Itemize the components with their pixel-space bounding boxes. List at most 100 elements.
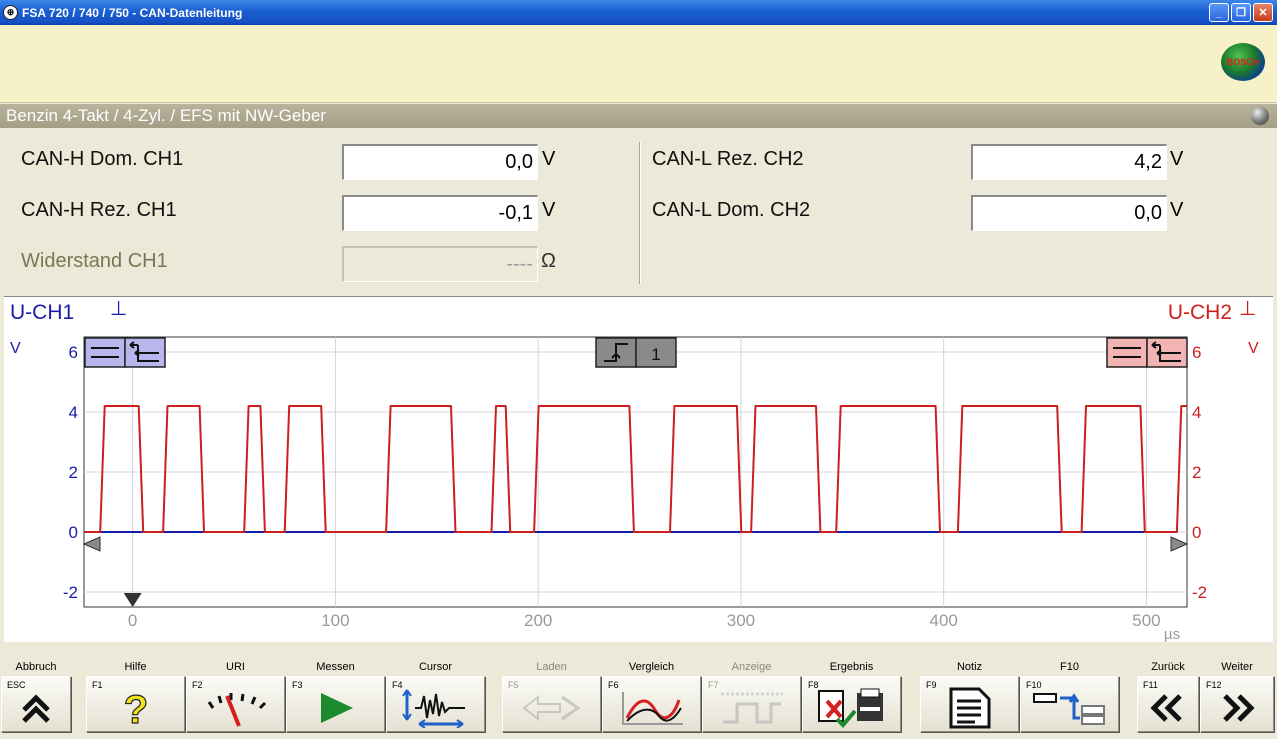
meas-unit-canl-dom: V	[1170, 199, 1184, 221]
fkey-zur-ck: Zurück F11	[1137, 656, 1199, 739]
meas-value-canl-dom: 0,0	[971, 195, 1167, 231]
ch2-scale-button[interactable]	[1106, 337, 1148, 368]
window-title: FSA 720 / 740 / 750 - CAN-Datenleitung	[22, 5, 243, 20]
window-titlebar[interactable]: ⊕ FSA 720 / 740 / 750 - CAN-Datenleitung…	[0, 0, 1277, 25]
measurement-panel: CAN-H Dom. CH1 0,0 V CAN-H Rez. CH1 -0,1…	[4, 130, 1273, 290]
oscilloscope-svg[interactable]: U-CH1 ⊥ V U-CH2 ⊥ V 6 4 2 0 -2 6 4 2 0 -2 0 100 20…	[4, 297, 1273, 643]
fkey-label: Abbruch	[15, 661, 57, 673]
logo-text: BOSCH	[1226, 57, 1260, 67]
double-chevron-right-icon	[1200, 687, 1274, 729]
maximize-button[interactable]: ❐	[1231, 3, 1251, 22]
x-ticks: 0 100 200 300 400 500	[128, 611, 1161, 630]
double-chevron-left-icon	[1137, 687, 1199, 729]
double-chevron-up-icon	[1, 687, 71, 729]
x-tick-label: 0	[128, 611, 137, 630]
note-document-icon	[920, 687, 1019, 729]
fkey-label: Cursor	[418, 661, 452, 673]
fkey-laden: Laden F5	[502, 656, 601, 739]
left-tick-label: -2	[63, 583, 78, 602]
left-ticks: 6 4 2 0 -2	[63, 343, 78, 602]
right-tick-label: 2	[1192, 463, 1201, 482]
right-axis-unit: V	[1248, 340, 1259, 357]
fkey-label: Weiter	[1221, 661, 1253, 673]
cursor-waveform-icon	[386, 687, 485, 729]
fkey-weiter: Weiter F12	[1200, 656, 1274, 739]
display-signal-icon	[702, 687, 801, 729]
right-ticks: 6 4 2 0 -2	[1192, 343, 1207, 602]
svg-text:?: ?	[123, 689, 147, 727]
fkey-label: Anzeige	[731, 661, 772, 673]
load-arrow-icon	[502, 687, 601, 729]
ch1-offset-button[interactable]	[124, 337, 166, 368]
meas-value-widerstand: ----	[342, 246, 538, 282]
bosch-globe-logo: BOSCH	[1221, 43, 1265, 81]
fkey-messen: Messen F3	[286, 656, 385, 739]
meas-label-widerstand: Widerstand CH1	[21, 250, 168, 272]
result-print-icon	[802, 687, 901, 729]
ch1-scale-button[interactable]	[84, 337, 126, 368]
fkey-cursor: Cursor F4	[386, 656, 485, 739]
close-button[interactable]: ✕	[1253, 3, 1273, 22]
fkey-label: F10	[1060, 661, 1079, 673]
ch2-offset-button[interactable]	[1146, 337, 1188, 368]
meas-label-canh-rez: CAN-H Rez. CH1	[21, 199, 177, 221]
fkey-vergleich: Vergleich F6	[602, 656, 701, 739]
right-tick-label: 0	[1192, 523, 1201, 542]
fkey-uri: URI F2	[186, 656, 285, 739]
meas-unit-canh-dom: V	[542, 148, 556, 170]
trigger-channel-label: 1	[651, 345, 660, 364]
meas-unit-widerstand: Ω	[541, 250, 556, 272]
left-ground-symbol: ⊥	[110, 297, 127, 320]
app-header: BOSCH	[0, 25, 1277, 103]
x-tick-label: 400	[930, 611, 958, 630]
vehicle-info-bar: Benzin 4-Takt / 4-Zyl. / EFS mit NW-Gebe…	[0, 104, 1277, 128]
meas-unit-canh-rez: V	[542, 199, 556, 221]
fkey-hilfe: Hilfe F1?	[86, 656, 185, 739]
left-tick-label: 0	[69, 523, 78, 542]
fkey-label: Hilfe	[124, 661, 147, 673]
fkey-ergebnis: Ergebnis F8	[802, 656, 901, 739]
x-tick-label: 300	[727, 611, 755, 630]
meas-value-canh-rez: -0,1	[342, 195, 538, 231]
right-tick-label: 6	[1192, 343, 1201, 362]
fkey-abbruch: Abbruch ESC	[1, 656, 71, 739]
x-tick-label: 500	[1132, 611, 1160, 630]
fkey-notiz: Notiz F9	[920, 656, 1019, 739]
x-tick-label: 200	[524, 611, 552, 630]
left-tick-label: 4	[69, 403, 78, 422]
left-axis-unit: V	[10, 340, 21, 357]
question-mark-icon: ?	[86, 687, 185, 729]
meas-label-canl-rez: CAN-L Rez. CH2	[652, 148, 804, 170]
vehicle-info-text: Benzin 4-Takt / 4-Zyl. / EFS mit NW-Gebe…	[6, 106, 326, 125]
meas-unit-canl-rez: V	[1170, 148, 1184, 170]
right-ground-symbol: ⊥	[1239, 297, 1256, 320]
bosch-app-icon[interactable]: ⊕	[3, 5, 18, 20]
fkey-label: Zurück	[1151, 661, 1185, 673]
fkey-label: URI	[226, 661, 245, 673]
fkey-label: Ergebnis	[829, 661, 874, 673]
meas-label-canl-dom: CAN-L Dom. CH2	[652, 199, 811, 221]
fkey-label: Laden	[536, 661, 567, 673]
fkey-label: Notiz	[956, 661, 983, 673]
x-axis-unit: µs	[1164, 626, 1180, 643]
fkey-label: Messen	[316, 661, 355, 673]
right-tick-label: -2	[1192, 583, 1207, 602]
fkey-f10: F10 F10	[1020, 656, 1119, 739]
play-icon	[286, 687, 385, 729]
measurement-divider	[639, 142, 641, 284]
meas-value-canh-dom: 0,0	[342, 144, 538, 180]
minimize-button[interactable]: _	[1209, 3, 1229, 22]
function-key-bar: Abbruch ESC Hilfe F1? URI F2 Messen F3 Cursor F4 L…	[0, 656, 1277, 739]
fkey-anzeige: Anzeige F7	[702, 656, 801, 739]
left-axis-title: U-CH1	[10, 301, 74, 324]
left-tick-label: 2	[69, 463, 78, 482]
left-tick-label: 6	[69, 343, 78, 362]
oscilloscope-chart[interactable]: U-CH1 ⊥ V U-CH2 ⊥ V 6 4 2 0 -2 6 4 2 0 -2 0 100 20…	[4, 296, 1273, 643]
meas-label-canh-dom: CAN-H Dom. CH1	[21, 148, 184, 170]
fkey-label: Vergleich	[628, 661, 675, 673]
trigger-edge-button[interactable]	[595, 337, 637, 368]
compare-curve-icon	[602, 687, 701, 729]
meas-value-canl-rez: 4,2	[971, 144, 1167, 180]
trigger-channel-button[interactable]: 1	[635, 337, 677, 368]
right-axis-title: U-CH2	[1168, 301, 1232, 324]
